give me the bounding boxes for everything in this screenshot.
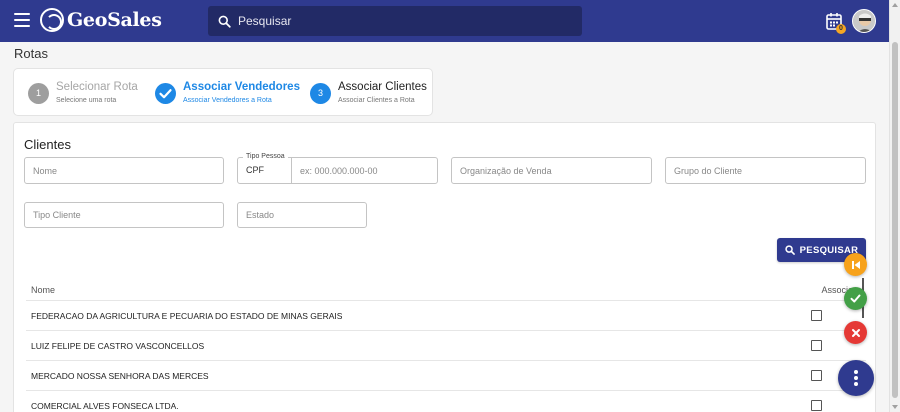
- nome-input[interactable]: [25, 158, 223, 183]
- search-icon: [218, 15, 231, 28]
- brand-name: GeoSales: [67, 9, 162, 31]
- table-row: COMERCIAL ALVES FONSECA LTDA.: [26, 391, 866, 412]
- confirm-button[interactable]: [844, 287, 867, 310]
- step-subtitle: Associar Vendedores a Rota: [183, 96, 272, 104]
- table-row: MERCADO NOSSA SENHORA DAS MERCES: [26, 361, 866, 391]
- step-associar-clientes[interactable]: 3 Associar Clientes Associar Clientes a …: [310, 69, 427, 117]
- avatar-image: [853, 10, 875, 32]
- table-row: FEDERACAO DA AGRICULTURA E PECUARIA DO E…: [26, 301, 866, 331]
- step-number: 3: [310, 82, 331, 104]
- search-icon: [784, 245, 795, 255]
- tipo-cliente-input[interactable]: [25, 203, 223, 227]
- clientes-card: Clientes Tipo Pessoa CPF PESQUISAR Nome …: [13, 122, 876, 412]
- step-title: Associar Clientes: [338, 80, 427, 93]
- grupo-cliente-input[interactable]: [666, 158, 865, 183]
- step-associar-vendedores[interactable]: Associar Vendedores Associar Vendedores …: [155, 69, 300, 117]
- nome-field: [24, 157, 224, 184]
- estado-input[interactable]: [238, 203, 366, 227]
- step-number: 1: [28, 82, 49, 104]
- route-stepper: 1 Selecionar Rota Selecione uma rota Ass…: [13, 68, 433, 116]
- cliente-nome: FEDERACAO DA AGRICULTURA E PECUARIA DO E…: [31, 311, 343, 321]
- page-scrollbar[interactable]: [889, 0, 900, 412]
- associar-checkbox[interactable]: [811, 340, 822, 351]
- step-subtitle: Selecione uma rota: [56, 96, 117, 104]
- section-title: Clientes: [24, 137, 71, 152]
- clientes-table: Nome Associar FEDERACAO DA AGRICULTURA E…: [26, 279, 866, 412]
- cliente-nome: LUIZ FELIPE DE CASTRO VASCONCELLOS: [31, 341, 205, 351]
- step-subtitle: Associar Clientes a Rota: [338, 96, 415, 104]
- check-icon: [155, 82, 176, 104]
- organizacao-venda-input[interactable]: [452, 158, 651, 183]
- estado-field: [237, 202, 367, 228]
- check-icon: [850, 294, 861, 303]
- cliente-nome: COMERCIAL ALVES FONSECA LTDA.: [31, 401, 179, 411]
- search-bar[interactable]: [208, 6, 582, 36]
- organizacao-venda-field: [451, 157, 652, 184]
- more-actions-button[interactable]: [838, 360, 874, 396]
- menu-icon[interactable]: [14, 13, 30, 27]
- associar-checkbox[interactable]: [811, 370, 822, 381]
- search-input[interactable]: [238, 14, 558, 28]
- page-title: Rotas: [14, 46, 48, 61]
- associar-checkbox[interactable]: [811, 400, 822, 411]
- tipo-pessoa-label: Tipo Pessoa: [243, 152, 288, 162]
- back-button[interactable]: [844, 253, 867, 276]
- cliente-nome: MERCADO NOSSA SENHORA DAS MERCES: [31, 371, 209, 381]
- step-selecionar-rota[interactable]: 1 Selecionar Rota Selecione uma rota: [28, 69, 138, 117]
- grupo-cliente-field: [665, 157, 866, 184]
- more-vert-icon: [854, 370, 858, 386]
- skip-previous-icon: [851, 260, 860, 269]
- scroll-thumb[interactable]: [892, 42, 898, 398]
- scroll-down-icon[interactable]: [892, 405, 898, 409]
- user-avatar[interactable]: [852, 9, 876, 33]
- column-header-nome: Nome: [31, 285, 56, 295]
- table-row: LUIZ FELIPE DE CASTRO VASCONCELLOS: [26, 331, 866, 361]
- documento-input[interactable]: [292, 158, 437, 183]
- tipo-cliente-field: [24, 202, 224, 228]
- top-app-bar: GeoSales 0: [0, 0, 889, 42]
- tipo-pessoa-field: Tipo Pessoa CPF: [237, 152, 438, 184]
- cancel-button[interactable]: [844, 321, 867, 344]
- brand-logo[interactable]: GeoSales: [40, 8, 162, 32]
- notification-badge: 0: [836, 24, 846, 34]
- associar-checkbox[interactable]: [811, 310, 822, 321]
- close-icon: [851, 328, 860, 337]
- geosales-logo-icon: [40, 8, 64, 32]
- scroll-up-icon[interactable]: [892, 3, 898, 7]
- step-title: Associar Vendedores: [183, 80, 300, 93]
- table-header: Nome Associar: [26, 279, 866, 301]
- step-title: Selecionar Rota: [56, 80, 138, 93]
